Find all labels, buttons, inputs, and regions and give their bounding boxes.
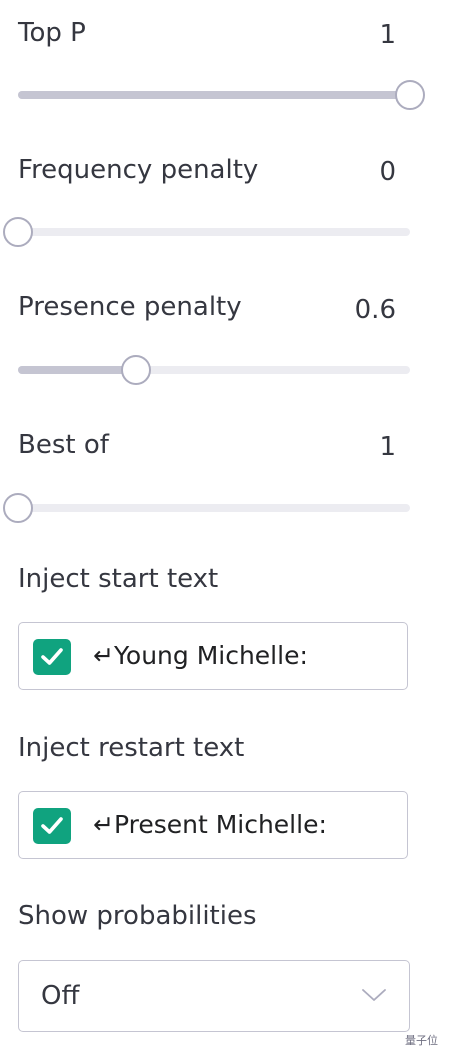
show-probabilities-select[interactable]: Off <box>18 960 410 1032</box>
chevron-down-icon <box>362 989 386 1001</box>
inject-start-text[interactable]: ↵Young Michelle: <box>93 640 308 672</box>
watermark: 量子位 <box>405 1034 438 1047</box>
checkmark-icon <box>41 817 63 834</box>
inject-start-label: Inject start text <box>18 564 219 594</box>
frequency-penalty-slider[interactable] <box>3 217 410 247</box>
top-p-slider[interactable] <box>18 80 425 110</box>
presence-penalty-label: Presence penalty <box>18 292 242 322</box>
show-probabilities-label: Show probabilities <box>18 901 257 931</box>
slider-thumb[interactable] <box>3 217 33 247</box>
inject-restart-field[interactable]: ↵Present Michelle: <box>18 791 408 859</box>
slider-fill <box>18 91 410 99</box>
slider-fill <box>18 366 136 374</box>
slider-thumb[interactable] <box>121 355 151 385</box>
top-p-value: 1 <box>379 20 396 50</box>
slider-thumb[interactable] <box>395 80 425 110</box>
checkmark-icon <box>41 648 63 665</box>
inject-restart-label: Inject restart text <box>18 733 245 763</box>
inject-restart-text[interactable]: ↵Present Michelle: <box>93 809 327 841</box>
top-p-label: Top P <box>18 18 86 48</box>
slider-track <box>18 228 410 236</box>
inject-start-field[interactable]: ↵Young Michelle: <box>18 622 408 690</box>
best-of-value: 1 <box>379 432 396 462</box>
best-of-label: Best of <box>18 430 109 460</box>
inject-start-checkbox[interactable] <box>33 639 71 675</box>
inject-restart-checkbox[interactable] <box>33 808 71 844</box>
presence-penalty-slider[interactable] <box>18 355 410 385</box>
frequency-penalty-value: 0 <box>379 157 396 187</box>
slider-track <box>18 504 410 512</box>
show-probabilities-value: Off <box>41 981 80 1011</box>
presence-penalty-value: 0.6 <box>354 295 396 325</box>
best-of-slider[interactable] <box>3 493 410 523</box>
slider-thumb[interactable] <box>3 493 33 523</box>
frequency-penalty-label: Frequency penalty <box>18 155 259 185</box>
